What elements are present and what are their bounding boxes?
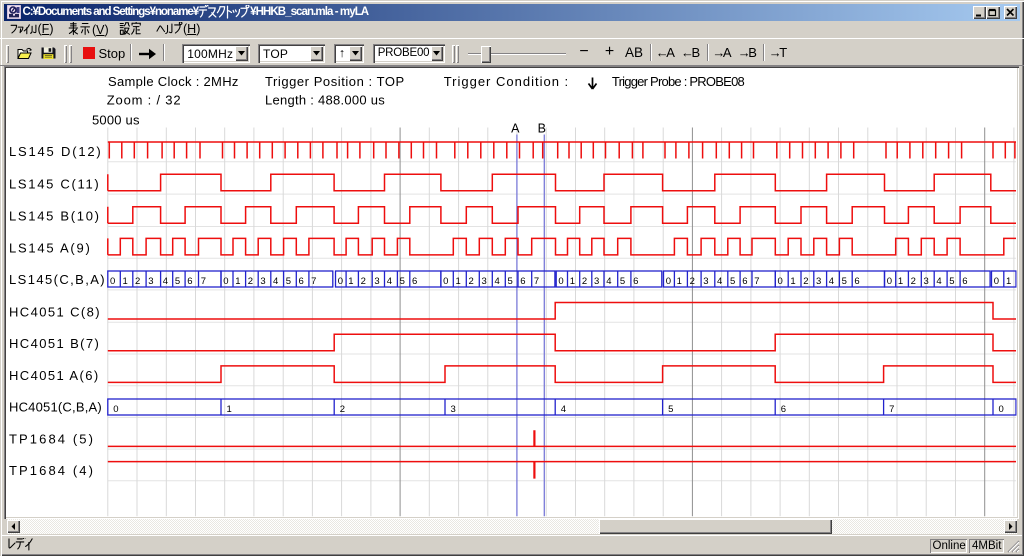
svg-text:0: 0 xyxy=(558,276,563,287)
svg-text:4: 4 xyxy=(717,276,722,287)
svg-text:4: 4 xyxy=(606,276,611,287)
svg-text:0: 0 xyxy=(778,276,783,287)
svg-text:5: 5 xyxy=(620,276,625,287)
svg-text:A: A xyxy=(511,122,520,136)
svg-text:6: 6 xyxy=(520,276,525,287)
svg-text:Length : 488.000 us: Length : 488.000 us xyxy=(265,93,385,108)
svg-text:Trigger Probe : PROBE08: Trigger Probe : PROBE08 xyxy=(612,74,745,89)
svg-text:4: 4 xyxy=(387,276,392,287)
svg-text:5: 5 xyxy=(730,276,735,287)
svg-text:LS145(C,B,A): LS145(C,B,A) xyxy=(9,272,106,287)
svg-text:3: 3 xyxy=(374,276,379,287)
svg-text:3: 3 xyxy=(148,276,153,287)
svg-text:HC4051 A(6): HC4051 A(6) xyxy=(9,368,100,383)
svg-text:6: 6 xyxy=(854,276,859,287)
svg-text:2: 2 xyxy=(803,276,808,287)
svg-text:3: 3 xyxy=(482,276,487,287)
svg-text:0: 0 xyxy=(666,276,671,287)
svg-text:2: 2 xyxy=(911,276,916,287)
svg-text:7: 7 xyxy=(889,404,894,415)
svg-text:5: 5 xyxy=(842,276,847,287)
svg-text:1: 1 xyxy=(227,404,232,415)
svg-text:7: 7 xyxy=(201,276,206,287)
svg-text:Trigger Condition :: Trigger Condition : xyxy=(444,74,569,89)
svg-text:3: 3 xyxy=(594,276,599,287)
svg-text:4: 4 xyxy=(561,404,566,415)
svg-text:0: 0 xyxy=(994,276,999,287)
svg-text:Zoom : / 32: Zoom : / 32 xyxy=(107,93,182,108)
svg-text:5: 5 xyxy=(175,276,180,287)
svg-text:4: 4 xyxy=(829,276,834,287)
svg-text:0: 0 xyxy=(110,276,115,287)
svg-text:1: 1 xyxy=(677,276,682,287)
svg-text:Sample Clock : 2MHz: Sample Clock : 2MHz xyxy=(108,74,239,89)
svg-text:LS145 B(10): LS145 B(10) xyxy=(9,209,101,224)
svg-text:0: 0 xyxy=(338,276,343,287)
svg-text:6: 6 xyxy=(187,276,192,287)
svg-text:5000 us: 5000 us xyxy=(92,113,140,128)
svg-text:7: 7 xyxy=(754,276,759,287)
svg-text:4: 4 xyxy=(163,276,168,287)
svg-text:2: 2 xyxy=(361,276,366,287)
svg-text:4: 4 xyxy=(936,276,941,287)
svg-text:7: 7 xyxy=(534,276,539,287)
svg-text:1: 1 xyxy=(898,276,903,287)
svg-text:B: B xyxy=(538,122,546,136)
svg-text:1: 1 xyxy=(456,276,461,287)
svg-text:7: 7 xyxy=(311,276,316,287)
svg-text:2: 2 xyxy=(340,404,345,415)
svg-text:3: 3 xyxy=(924,276,929,287)
svg-text:1: 1 xyxy=(1006,276,1011,287)
svg-text:6: 6 xyxy=(742,276,747,287)
svg-text:LS145 D(12): LS145 D(12) xyxy=(9,144,103,159)
svg-text:3: 3 xyxy=(451,404,456,415)
svg-text:2: 2 xyxy=(469,276,474,287)
svg-text:3: 3 xyxy=(260,276,265,287)
svg-text:1: 1 xyxy=(570,276,575,287)
svg-text:TP1684 (5): TP1684 (5) xyxy=(9,431,95,446)
svg-text:0: 0 xyxy=(887,276,892,287)
svg-text:6: 6 xyxy=(962,276,967,287)
svg-text:5: 5 xyxy=(949,276,954,287)
svg-text:HC4051 B(7): HC4051 B(7) xyxy=(9,336,100,351)
svg-text:3: 3 xyxy=(703,276,708,287)
svg-text:2: 2 xyxy=(582,276,587,287)
svg-text:6: 6 xyxy=(633,276,638,287)
svg-text:5: 5 xyxy=(668,404,673,415)
svg-text:1: 1 xyxy=(123,276,128,287)
svg-text:0: 0 xyxy=(113,404,118,415)
svg-text:1: 1 xyxy=(235,276,240,287)
svg-text:5: 5 xyxy=(508,276,513,287)
svg-text:LS145 C(11): LS145 C(11) xyxy=(9,176,100,191)
svg-text:5: 5 xyxy=(400,276,405,287)
svg-text:6: 6 xyxy=(299,276,304,287)
svg-text:HC4051 C(8): HC4051 C(8) xyxy=(9,305,101,320)
svg-text:4: 4 xyxy=(273,276,278,287)
svg-text:4: 4 xyxy=(495,276,500,287)
svg-text:3: 3 xyxy=(816,276,821,287)
svg-text:2: 2 xyxy=(690,276,695,287)
svg-text:6: 6 xyxy=(781,404,786,415)
svg-text:HC4051(C,B,A): HC4051(C,B,A) xyxy=(9,400,102,415)
svg-text:0: 0 xyxy=(223,276,228,287)
svg-text:6: 6 xyxy=(412,276,417,287)
svg-text:TP1684 (4): TP1684 (4) xyxy=(9,463,95,478)
svg-text:LS145 A(9): LS145 A(9) xyxy=(9,240,92,255)
svg-text:0: 0 xyxy=(443,276,448,287)
svg-text:0: 0 xyxy=(999,404,1004,415)
svg-text:1: 1 xyxy=(790,276,795,287)
svg-text:2: 2 xyxy=(248,276,253,287)
svg-text:1: 1 xyxy=(348,276,353,287)
svg-text:Trigger Position : TOP: Trigger Position : TOP xyxy=(265,74,405,89)
svg-text:5: 5 xyxy=(286,276,291,287)
svg-text:2: 2 xyxy=(135,276,140,287)
